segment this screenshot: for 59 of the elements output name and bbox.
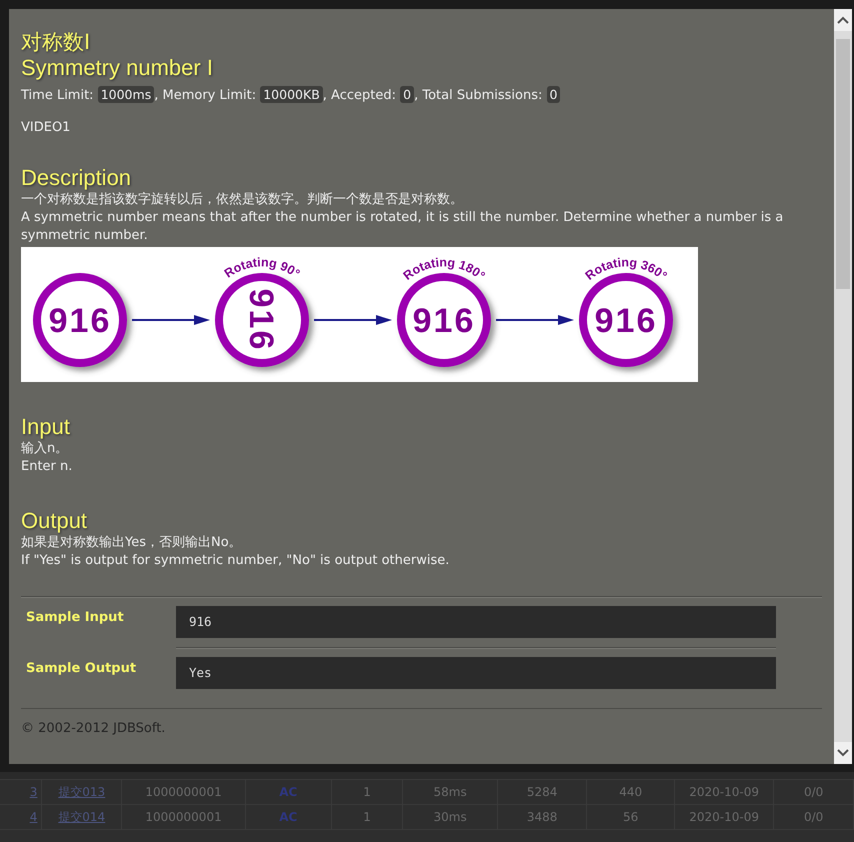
circle-icon — [33, 273, 127, 367]
section-text: 如果是对称数输出Yes，否则输出No。 — [21, 534, 243, 552]
table-cell: 2020-10-09 — [689, 810, 759, 824]
section-text: If "Yes" is output for symmetric number, "No" is output otherwise. — [21, 552, 450, 570]
sample-label: Sample Output — [25, 660, 138, 678]
table-cell[interactable]: 提交014 — [58, 808, 106, 826]
table-cell: 5284 — [526, 785, 558, 799]
copyright-text: © 2002-2012 JDBSoft. — [21, 708, 822, 736]
arrow-icon — [314, 315, 392, 325]
section-heading: Output — [21, 508, 88, 534]
section-heading: Description — [21, 165, 132, 191]
table-cell: 56 — [623, 810, 638, 824]
limit-label: , Memory Limit: — [154, 88, 256, 103]
section-text: 输入n。 — [21, 440, 70, 458]
table-cell: 4 — [30, 810, 38, 824]
chevron-up-icon — [837, 16, 849, 24]
limit-value: 10000KB — [260, 86, 323, 103]
sample-box: 916 — [176, 606, 776, 638]
arrow-icon — [132, 315, 210, 325]
arrow-icon — [496, 315, 574, 325]
table-cell: 1000000001 — [145, 810, 222, 824]
table-cell: 1000000001 — [145, 785, 222, 799]
table-cell: 58ms — [434, 785, 467, 799]
table-cell: 440 — [619, 785, 642, 799]
section-text: 一个对称数是指该数字旋转以后，依然是该数字。判断一个数是否是对称数。 — [21, 191, 464, 209]
table-cell: 3488 — [526, 810, 558, 824]
scroll-up-button[interactable] — [834, 9, 852, 31]
section-text: A symmetric number means that after the number is rotated, it is still the number. Determine whether a number is a symmetric number. — [21, 209, 784, 245]
limit-label: , Total Submissions: — [414, 88, 542, 103]
sample-label: Sample Input — [25, 609, 125, 627]
table-cell: AC — [279, 785, 298, 799]
table-cell: 1 — [363, 810, 371, 824]
section-heading: Input — [21, 414, 71, 440]
caption-label: Rotating 90° — [222, 255, 302, 281]
limit-value: 0 — [400, 86, 414, 103]
limit-label: , Accepted: — [322, 88, 396, 103]
number-label: 916 — [48, 302, 112, 340]
section-text: Enter n. — [21, 458, 74, 476]
table-cell: 2020-10-09 — [689, 785, 759, 799]
table-cell: 0/0 — [804, 785, 824, 799]
sample-box: Yes — [176, 657, 776, 689]
scroll-down-button[interactable] — [834, 742, 852, 764]
scrollbar-thumb[interactable] — [836, 39, 850, 289]
limit-value: 1000ms — [98, 86, 154, 103]
number-label: 916 — [594, 302, 658, 340]
problem-title: 对称数I — [21, 29, 92, 55]
table-cell: 0/0 — [804, 810, 824, 824]
table-cell: 1 — [363, 785, 371, 799]
limit-label: Time Limit: — [21, 88, 94, 103]
limit-value: 0 — [546, 86, 560, 103]
table-cell: 30ms — [434, 810, 467, 824]
table-cell: 3 — [30, 785, 38, 799]
number-label: 916 — [412, 302, 476, 340]
table-cell[interactable]: 提交013 — [58, 784, 106, 800]
chevron-down-icon — [837, 749, 849, 757]
problem-title: Symmetry number I — [21, 55, 214, 81]
source-label: VIDEO1 — [21, 120, 72, 135]
number-label: 916 — [242, 288, 280, 352]
table-cell: AC — [279, 810, 298, 824]
